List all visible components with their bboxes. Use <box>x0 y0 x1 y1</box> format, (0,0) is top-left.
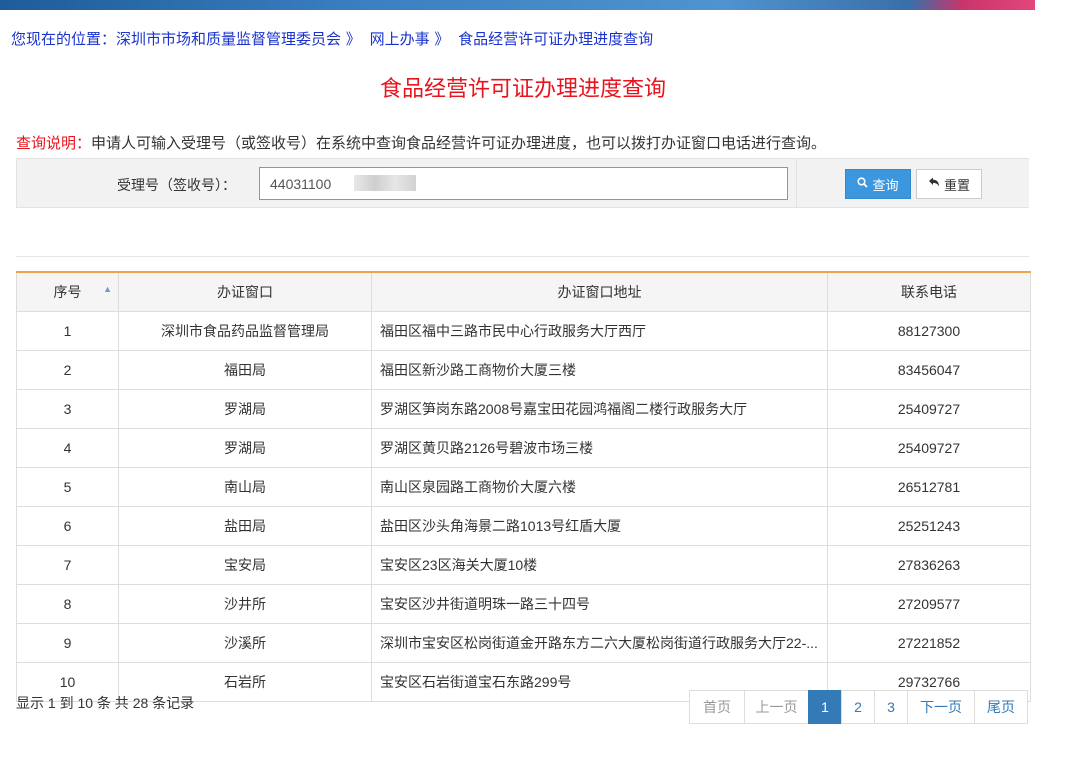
breadcrumb-link-online-services[interactable]: 网上办事 》 <box>370 30 450 48</box>
table-row: 7 宝安局 宝安区23区海关大厦10楼 27836263 <box>16 545 1031 585</box>
table-row: 1 深圳市食品药品监督管理局 福田区福中三路市民中心行政服务大厅西厅 88127… <box>16 311 1031 351</box>
cell-phone: 25409727 <box>827 389 1031 429</box>
section-divider <box>16 256 1029 257</box>
sort-asc-icon[interactable]: ▲ <box>103 284 112 294</box>
table-header-row: 序号 ▲ 办证窗口 办证窗口地址 联系电话 <box>16 271 1031 312</box>
cell-office: 深圳市食品药品监督管理局 <box>118 311 372 351</box>
cell-index: 1 <box>16 311 119 351</box>
cell-phone: 25409727 <box>827 428 1031 468</box>
page-number-2[interactable]: 2 <box>841 690 875 724</box>
cell-office: 南山局 <box>118 467 372 507</box>
cell-office: 福田局 <box>118 350 372 390</box>
table-row: 6 盐田局 盐田区沙头角海景二路1013号红盾大厦 25251243 <box>16 506 1031 546</box>
column-header-office[interactable]: 办证窗口 <box>118 271 372 312</box>
cell-phone: 25251243 <box>827 506 1031 546</box>
cell-index: 7 <box>16 545 119 585</box>
cell-index: 3 <box>16 389 119 429</box>
notice-label: 查询说明： <box>16 134 92 152</box>
cell-address: 福田区新沙路工商物价大厦三楼 <box>371 350 828 390</box>
header-banner <box>0 0 1035 10</box>
cell-office: 盐田局 <box>118 506 372 546</box>
cell-index: 2 <box>16 350 119 390</box>
redacted-mask <box>354 175 416 191</box>
cell-address: 罗湖区黄贝路2126号碧波市场三楼 <box>371 428 828 468</box>
cell-index: 9 <box>16 623 119 663</box>
cell-office: 罗湖局 <box>118 389 372 429</box>
query-button[interactable]: 查询 <box>845 169 911 199</box>
cell-office: 沙溪所 <box>118 623 372 663</box>
table-row: 4 罗湖局 罗湖区黄贝路2126号碧波市场三楼 25409727 <box>16 428 1031 468</box>
cell-office: 沙井所 <box>118 584 372 624</box>
column-header-address[interactable]: 办证窗口地址 <box>371 271 828 312</box>
cell-phone: 27836263 <box>827 545 1031 585</box>
breadcrumb: 您现在的位置：深圳市市场和质量监督管理委员会 》 网上办事 》 食品经营许可证办… <box>11 28 657 49</box>
cell-address: 宝安区23区海关大厦10楼 <box>371 545 828 585</box>
office-table: 序号 ▲ 办证窗口 办证窗口地址 联系电话 1 深圳市食品药品监督管理局 福田区… <box>16 271 1031 702</box>
acceptance-number-input[interactable] <box>259 167 788 200</box>
column-header-phone[interactable]: 联系电话 <box>827 271 1031 312</box>
column-header-label: 序号 <box>53 284 82 300</box>
cell-index: 5 <box>16 467 119 507</box>
search-bar: 受理号（签收号）： 查询 重置 <box>16 158 1029 208</box>
page-prev-button[interactable]: 上一页 <box>744 690 809 724</box>
cell-address: 宝安区沙井街道明珠一路三十四号 <box>371 584 828 624</box>
cell-office: 宝安局 <box>118 545 372 585</box>
page-number-1[interactable]: 1 <box>808 690 842 724</box>
cell-index: 6 <box>16 506 119 546</box>
breadcrumb-prefix: 您现在的位置： <box>11 30 117 48</box>
query-notice: 查询说明：申请人可输入受理号（或签收号）在系统中查询食品经营许可证办理进度，也可… <box>16 132 826 153</box>
search-actions: 查询 重置 <box>796 159 1029 207</box>
cell-index: 8 <box>16 584 119 624</box>
table-row: 8 沙井所 宝安区沙井街道明珠一路三十四号 27209577 <box>16 584 1031 624</box>
pagination: 首页 上一页 1 2 3 下一页 尾页 <box>689 690 1028 724</box>
cell-index: 4 <box>16 428 119 468</box>
table-row: 5 南山局 南山区泉园路工商物价大厦六楼 26512781 <box>16 467 1031 507</box>
table-row: 2 福田局 福田区新沙路工商物价大厦三楼 83456047 <box>16 350 1031 390</box>
reset-button-label: 重置 <box>943 177 970 193</box>
cell-address: 南山区泉园路工商物价大厦六楼 <box>371 467 828 507</box>
cell-address: 盐田区沙头角海景二路1013号红盾大厦 <box>371 506 828 546</box>
page-title: 食品经营许可证办理进度查询 <box>379 77 666 102</box>
reset-button[interactable]: 重置 <box>916 169 982 199</box>
page-first-button[interactable]: 首页 <box>689 690 745 724</box>
column-header-index[interactable]: 序号 ▲ <box>16 271 119 312</box>
notice-text: 申请人可输入受理号（或签收号）在系统中查询食品经营许可证办理进度，也可以拨打办证… <box>91 134 827 152</box>
record-count: 显示 1 到 10 条 共 28 条记录 <box>16 695 195 711</box>
cell-address: 福田区福中三路市民中心行政服务大厅西厅 <box>371 311 828 351</box>
cell-phone: 26512781 <box>827 467 1031 507</box>
acceptance-number-label: 受理号（签收号）： <box>117 178 236 194</box>
page-number-3[interactable]: 3 <box>874 690 908 724</box>
cell-phone: 27221852 <box>827 623 1031 663</box>
query-button-label: 查询 <box>872 177 899 193</box>
page-last-button[interactable]: 尾页 <box>974 690 1028 724</box>
cell-phone: 88127300 <box>827 311 1031 351</box>
table-row: 3 罗湖局 罗湖区笋岗东路2008号嘉宝田花园鸿福阁二楼行政服务大厅 25409… <box>16 389 1031 429</box>
undo-arrow-icon <box>928 177 940 191</box>
cell-phone: 83456047 <box>827 350 1031 390</box>
breadcrumb-link-committee[interactable]: 深圳市市场和质量监督管理委员会 》 <box>116 30 361 48</box>
breadcrumb-current[interactable]: 食品经营许可证办理进度查询 <box>458 30 653 48</box>
search-icon <box>857 177 869 191</box>
page-next-button[interactable]: 下一页 <box>907 690 975 724</box>
cell-address: 深圳市宝安区松岗街道金开路东方二六大厦松岗街道行政服务大厅22-... <box>371 623 828 663</box>
cell-address: 罗湖区笋岗东路2008号嘉宝田花园鸿福阁二楼行政服务大厅 <box>371 389 828 429</box>
table-row: 9 沙溪所 深圳市宝安区松岗街道金开路东方二六大厦松岗街道行政服务大厅22-..… <box>16 623 1031 663</box>
cell-phone: 27209577 <box>827 584 1031 624</box>
cell-office: 罗湖局 <box>118 428 372 468</box>
